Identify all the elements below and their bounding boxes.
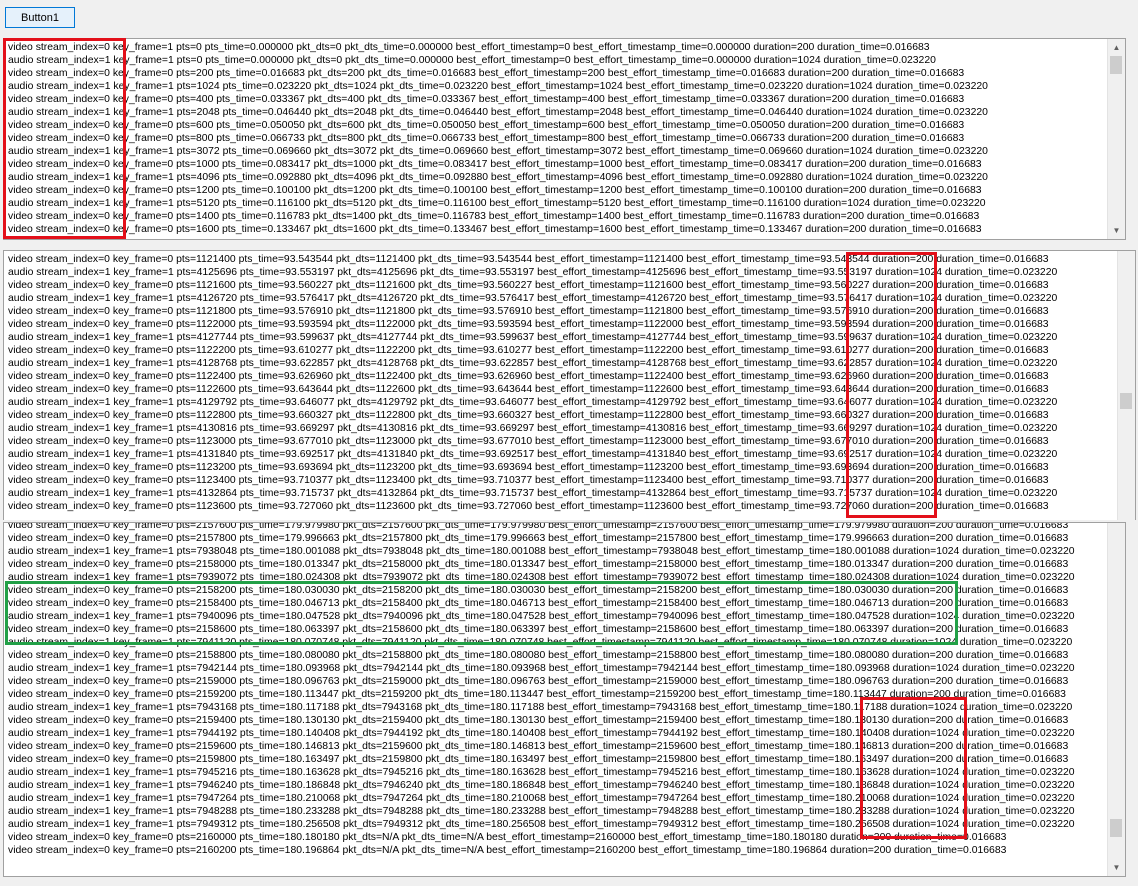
log-line: audio stream_index=1 key_frame=1 pts=412… [8, 332, 1058, 343]
log-line: video stream_index=0 key_frame=0 pts=215… [8, 741, 1069, 752]
vertical-scrollbar[interactable]: ▲ ▼ [1107, 39, 1125, 239]
log-line: video stream_index=0 key_frame=0 pts=112… [8, 436, 1049, 447]
log-line: audio stream_index=1 key_frame=1 pts=412… [8, 358, 1058, 369]
log-line: audio stream_index=1 key_frame=1 pts=413… [8, 423, 1058, 434]
log-line: audio stream_index=1 key_frame=1 pts=794… [8, 793, 1075, 804]
log-line: video stream_index=0 key_frame=0 pts=215… [8, 585, 1069, 596]
log-line: audio stream_index=1 key_frame=1 pts=794… [8, 637, 1073, 648]
log-line: audio stream_index=1 key_frame=1 pts=413… [8, 488, 1058, 499]
log-line: video stream_index=0 key_frame=0 pts=800… [8, 133, 965, 144]
vertical-scrollbar[interactable] [1117, 251, 1135, 520]
log-line: video stream_index=0 key_frame=0 pts=215… [8, 689, 1066, 700]
log-line: video stream_index=0 key_frame=0 pts=215… [8, 715, 1069, 726]
log-line: video stream_index=0 key_frame=0 pts=100… [8, 159, 982, 170]
log-line: audio stream_index=1 key_frame=1 pts=793… [8, 572, 1075, 583]
log-lines: video stream_index=0 key_frame=0 pts=112… [8, 253, 1123, 513]
log-line: audio stream_index=1 key_frame=1 pts=204… [8, 107, 988, 118]
log-line: video stream_index=0 key_frame=0 pts=215… [8, 598, 1069, 609]
log-line: audio stream_index=1 key_frame=1 pts=413… [8, 449, 1058, 460]
log-line: video stream_index=0 key_frame=0 pts=215… [8, 624, 1069, 635]
log-line: video stream_index=0 key_frame=0 pts=112… [8, 371, 1049, 382]
log-line: video stream_index=0 key_frame=0 pts=112… [8, 306, 1049, 317]
log-line: video stream_index=0 key_frame=0 pts=112… [8, 345, 1049, 356]
log-line: video stream_index=0 key_frame=0 pts=112… [8, 384, 1049, 395]
log-line: audio stream_index=1 key_frame=1 pts=794… [8, 806, 1075, 817]
log-line: video stream_index=0 key_frame=0 pts=112… [8, 254, 1049, 265]
log-line: video stream_index=0 key_frame=0 pts=112… [8, 501, 1049, 512]
log-line: audio stream_index=1 key_frame=1 pts=794… [8, 767, 1075, 778]
log-line: video stream_index=0 key_frame=0 pts=400… [8, 94, 965, 105]
log-line: video stream_index=0 key_frame=0 pts=112… [8, 410, 1049, 421]
log-textbox-middle[interactable]: video stream_index=0 key_frame=0 pts=112… [3, 250, 1136, 520]
scroll-thumb[interactable] [1110, 819, 1122, 837]
log-line: audio stream_index=1 key_frame=1 pts=793… [8, 546, 1075, 557]
log-lines: video stream_index=0 key_frame=0 pts=215… [8, 522, 1107, 857]
log-line: audio stream_index=1 key_frame=1 pts=412… [8, 293, 1058, 304]
log-line: video stream_index=0 key_frame=0 pts=112… [8, 319, 1049, 330]
log-line: video stream_index=0 key_frame=0 pts=215… [8, 559, 1069, 570]
log-line: video stream_index=0 key_frame=0 pts=112… [8, 475, 1049, 486]
scroll-up-arrow-icon[interactable]: ▲ [1108, 39, 1125, 56]
log-textbox-bottom[interactable]: video stream_index=0 key_frame=0 pts=215… [3, 522, 1126, 877]
log-line: video stream_index=0 key_frame=0 pts=112… [8, 280, 1049, 291]
log-line: video stream_index=0 key_frame=0 pts=216… [8, 832, 1007, 843]
log-line: video stream_index=0 key_frame=0 pts=160… [8, 224, 982, 235]
log-line: video stream_index=0 key_frame=0 pts=215… [8, 650, 1069, 661]
log-line: video stream_index=0 key_frame=0 pts=200… [8, 68, 965, 79]
log-line: audio stream_index=1 key_frame=1 pts=412… [8, 267, 1058, 278]
log-line: video stream_index=0 key_frame=0 pts=215… [8, 533, 1069, 544]
log-line: audio stream_index=1 key_frame=1 pts=409… [8, 172, 988, 183]
log-line: audio stream_index=1 key_frame=1 pts=794… [8, 728, 1075, 739]
log-line: video stream_index=0 key_frame=0 pts=215… [8, 676, 1069, 687]
log-line: video stream_index=0 key_frame=0 pts=140… [8, 211, 980, 222]
log-line: video stream_index=0 key_frame=0 pts=112… [8, 462, 1049, 473]
log-line: audio stream_index=1 key_frame=1 pts=794… [8, 819, 1075, 830]
button1[interactable]: Button1 [5, 7, 75, 28]
log-line: video stream_index=0 key_frame=0 pts=215… [8, 754, 1069, 765]
log-line: video stream_index=0 key_frame=0 pts=600… [8, 120, 965, 131]
log-line: audio stream_index=1 key_frame=1 pts=794… [8, 663, 1075, 674]
log-lines: video stream_index=0 key_frame=1 pts=0 p… [8, 41, 1107, 236]
log-line: video stream_index=0 key_frame=1 pts=0 p… [8, 42, 930, 53]
log-line: video stream_index=0 key_frame=0 pts=216… [8, 845, 1007, 856]
scroll-down-arrow-icon[interactable]: ▼ [1108, 859, 1125, 876]
log-line: audio stream_index=1 key_frame=1 pts=794… [8, 780, 1075, 791]
log-line: audio stream_index=1 key_frame=1 pts=102… [8, 81, 988, 92]
log-line: audio stream_index=1 key_frame=1 pts=307… [8, 146, 988, 157]
scroll-down-arrow-icon[interactable]: ▼ [1108, 222, 1125, 239]
scroll-thumb[interactable] [1120, 393, 1132, 409]
log-line: audio stream_index=1 key_frame=1 pts=794… [8, 702, 1073, 713]
log-line: audio stream_index=1 key_frame=1 pts=0 p… [8, 55, 936, 66]
log-line: audio stream_index=1 key_frame=1 pts=512… [8, 198, 986, 209]
vertical-scrollbar[interactable]: ▼ [1107, 523, 1125, 876]
log-line: video stream_index=0 key_frame=0 pts=120… [8, 185, 982, 196]
log-line: audio stream_index=1 key_frame=1 pts=794… [8, 611, 1075, 622]
scroll-thumb[interactable] [1110, 56, 1122, 74]
log-textbox-top[interactable]: video stream_index=0 key_frame=1 pts=0 p… [3, 38, 1126, 240]
log-line: video stream_index=0 key_frame=0 pts=215… [8, 522, 1069, 531]
log-line: audio stream_index=1 key_frame=1 pts=412… [8, 397, 1058, 408]
